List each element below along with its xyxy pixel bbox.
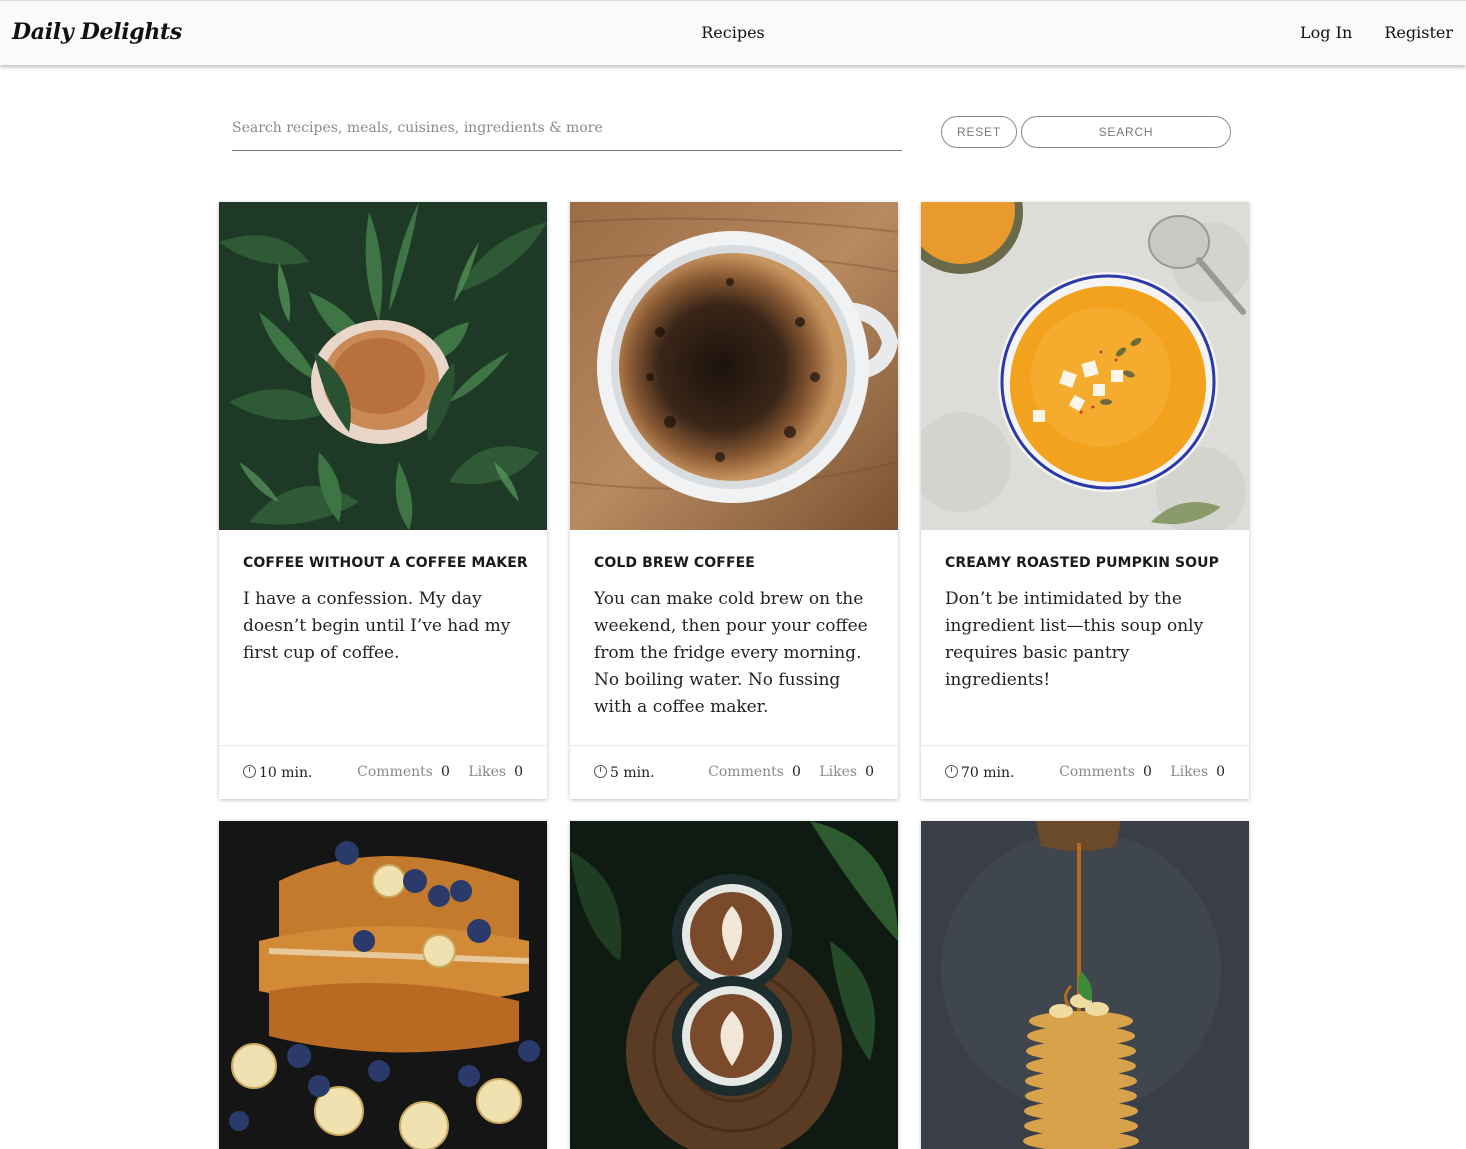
search-input[interactable] xyxy=(232,110,902,146)
recipe-image[interactable] xyxy=(219,821,547,1149)
top-navbar: Daily Delights Recipes Log In Register xyxy=(0,0,1466,65)
likes-label[interactable]: Likes xyxy=(819,764,857,780)
reset-button[interactable]: RESET xyxy=(941,116,1017,148)
recipe-image[interactable] xyxy=(219,202,547,530)
recipe-image[interactable] xyxy=(570,821,898,1149)
recipe-card[interactable]: COLD BREW COFFEE You can make cold brew … xyxy=(570,202,898,799)
recipe-card[interactable]: COFFEE WITHOUT A COFFEE MAKER I have a c… xyxy=(219,202,547,799)
recipe-description: You can make cold brew on the weekend, t… xyxy=(594,589,868,717)
recipe-title[interactable]: COFFEE WITHOUT A COFFEE MAKER xyxy=(243,555,528,571)
register-link[interactable]: Register xyxy=(1384,23,1453,42)
recipe-image[interactable] xyxy=(570,202,898,530)
likes-count: 0 xyxy=(1216,764,1225,780)
recipe-card[interactable] xyxy=(570,821,898,1149)
prep-time: 10 min. xyxy=(243,764,312,781)
comments-label[interactable]: Comments xyxy=(357,764,433,780)
likes-count: 0 xyxy=(514,764,523,780)
recipe-card[interactable]: CREAMY ROASTED PUMPKIN SOUP Don’t be int… xyxy=(921,202,1249,799)
likes-label[interactable]: Likes xyxy=(468,764,506,780)
recipe-title[interactable]: CREAMY ROASTED PUMPKIN SOUP xyxy=(945,555,1219,571)
recipe-title[interactable]: COLD BREW COFFEE xyxy=(594,555,755,571)
recipe-description: I have a confession. My day doesn’t begi… xyxy=(243,589,511,663)
stopwatch-icon xyxy=(243,765,256,778)
likes-count: 0 xyxy=(865,764,874,780)
stopwatch-icon xyxy=(945,765,958,778)
comments-count: 0 xyxy=(440,764,450,780)
recipe-card[interactable] xyxy=(219,821,547,1149)
recipe-stats: Comments 0 Likes 0 xyxy=(1045,764,1225,780)
comments-label[interactable]: Comments xyxy=(1059,764,1135,780)
comments-label[interactable]: Comments xyxy=(708,764,784,780)
prep-time: 70 min. xyxy=(945,764,1014,781)
likes-label[interactable]: Likes xyxy=(1170,764,1208,780)
recipe-stats: Comments 0 Likes 0 xyxy=(343,764,523,780)
search-field xyxy=(232,110,902,151)
recipe-description: Don’t be intimidated by the ingredient l… xyxy=(945,589,1204,690)
comments-count: 0 xyxy=(1142,764,1152,780)
comments-count: 0 xyxy=(791,764,801,780)
recipe-stats: Comments 0 Likes 0 xyxy=(694,764,874,780)
prep-time: 5 min. xyxy=(594,764,655,781)
stopwatch-icon xyxy=(594,765,607,778)
recipe-footer: 70 min. Comments 0 Likes 0 xyxy=(921,745,1249,799)
recipe-footer: 5 min. Comments 0 Likes 0 xyxy=(570,745,898,799)
search-button[interactable]: SEARCH xyxy=(1021,116,1231,148)
recipe-image[interactable] xyxy=(921,202,1249,530)
recipe-image[interactable] xyxy=(921,821,1249,1149)
login-link[interactable]: Log In xyxy=(1300,23,1352,42)
nav-recipes-link[interactable]: Recipes xyxy=(701,23,765,42)
recipe-card[interactable] xyxy=(921,821,1249,1149)
recipe-footer: 10 min. Comments 0 Likes 0 xyxy=(219,745,547,799)
